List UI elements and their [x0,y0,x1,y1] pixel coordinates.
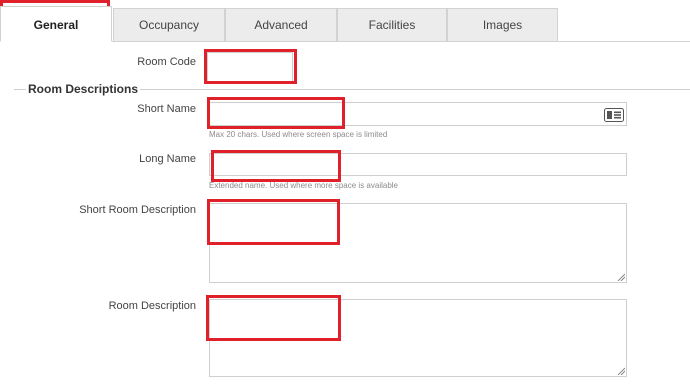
tab-facilities[interactable]: Facilities [337,8,447,41]
tab-advanced[interactable]: Advanced [225,8,337,41]
room-description-wrapper [209,299,627,377]
resize-handle-icon[interactable] [617,367,625,375]
short-name-input[interactable] [209,102,627,126]
long-name-label: Long Name [139,153,196,165]
short-name-hint: Max 20 chars. Used where screen space is… [209,130,388,139]
tab-general[interactable]: General [0,6,112,42]
resize-handle-icon[interactable] [617,273,625,281]
room-code-input[interactable] [207,52,293,82]
tab-bar: General Occupancy Advanced Facilities Im… [0,0,690,42]
tab-images[interactable]: Images [447,8,558,41]
long-name-input[interactable] [209,153,627,176]
id-card-icon[interactable] [604,108,624,122]
long-name-hint: Extended name. Used where more space is … [209,181,398,190]
tab-occupancy[interactable]: Occupancy [113,8,225,41]
room-description-textarea[interactable] [209,299,627,377]
room-code-label: Room Code [137,56,196,68]
short-name-label: Short Name [137,103,196,115]
short-room-description-textarea[interactable] [209,203,627,283]
section-title: Room Descriptions [26,82,141,96]
short-room-description-wrapper [209,203,627,283]
short-room-description-label: Short Room Description [79,204,196,216]
room-description-label: Room Description [108,300,196,312]
